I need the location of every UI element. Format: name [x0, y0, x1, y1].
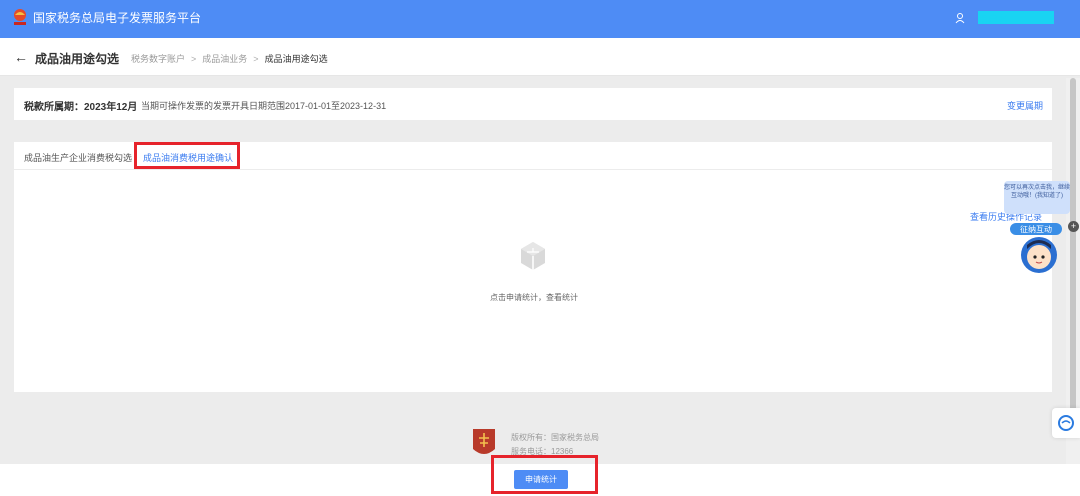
- tab-consumption-tax-confirm[interactable]: 成品油消费税用途确认: [143, 151, 233, 164]
- breadcrumb-item-current: 成品油用途勾选: [264, 54, 328, 64]
- service-hotline: 服务电话：12366: [511, 447, 574, 456]
- user-name[interactable]: 用户名: [978, 11, 1054, 24]
- breadcrumb-item-oil-business[interactable]: 成品油业务: [202, 54, 247, 64]
- breadcrumb-item-digital-account[interactable]: 税务数字账户: [131, 54, 185, 64]
- breadcrumb-separator: >: [253, 54, 259, 64]
- apply-statistics-button[interactable]: 申请统计: [514, 470, 568, 489]
- tax-period-card: 税款所属期：2023年12月 当期可操作发票的发票开具日期范围2017-01-0…: [14, 88, 1052, 120]
- side-help-widget[interactable]: [1052, 408, 1080, 438]
- empty-state-text: 点击申请统计，查看统计: [490, 293, 578, 302]
- tab-producer-consumption-tax[interactable]: 成品油生产企业消费税勾选: [24, 151, 132, 164]
- breadcrumb: 税务数字账户 > 成品油业务 > 成品油用途勾选: [131, 52, 328, 65]
- user-icon[interactable]: [955, 12, 965, 24]
- copyright-text: 版权所有：国家税务总局: [511, 433, 599, 442]
- assistant-badge-label: 征纳互动: [1020, 224, 1052, 234]
- breadcrumb-separator: >: [191, 54, 197, 64]
- tab-bar: 成品油生产企业消费税勾选 成品油消费税用途确认: [14, 142, 1052, 170]
- assistant-avatar-icon[interactable]: 征纳互动: [1008, 215, 1064, 275]
- back-arrow-icon[interactable]: ←: [14, 50, 28, 64]
- page-navbar: ← 成品油用途勾选 税务数字账户 > 成品油业务 > 成品油用途勾选: [0, 38, 1080, 76]
- expand-plus-icon[interactable]: +: [1068, 221, 1079, 232]
- top-header: 国家税务总局电子发票服务平台 用户名: [0, 0, 1080, 38]
- change-period-link[interactable]: 变更属期: [1007, 99, 1043, 112]
- help-icon: [1058, 415, 1074, 431]
- scrollbar-thumb[interactable]: [1070, 78, 1076, 434]
- empty-box-icon: [521, 242, 545, 270]
- app-title: 国家税务总局电子发票服务平台: [33, 11, 202, 25]
- tax-emblem-logo: [14, 9, 26, 25]
- page-title: 成品油用途勾选: [35, 52, 120, 66]
- tax-period-label: 税款所属期：2023年12月: [24, 102, 138, 113]
- assistant-tip-bubble[interactable]: 您可以再次点击我，继续互动哦！(我知道了): [1004, 181, 1070, 214]
- main-content-card: 成品油生产企业消费税勾选 成品油消费税用途确认 查看历史操作记录 点击申请统计，…: [14, 142, 1052, 392]
- tax-bureau-badge-icon: [473, 429, 495, 454]
- tax-period-description: 当期可操作发票的发票开具日期范围2017-01-01至2023-12-31: [141, 101, 387, 111]
- page-scrollbar[interactable]: [1066, 78, 1080, 464]
